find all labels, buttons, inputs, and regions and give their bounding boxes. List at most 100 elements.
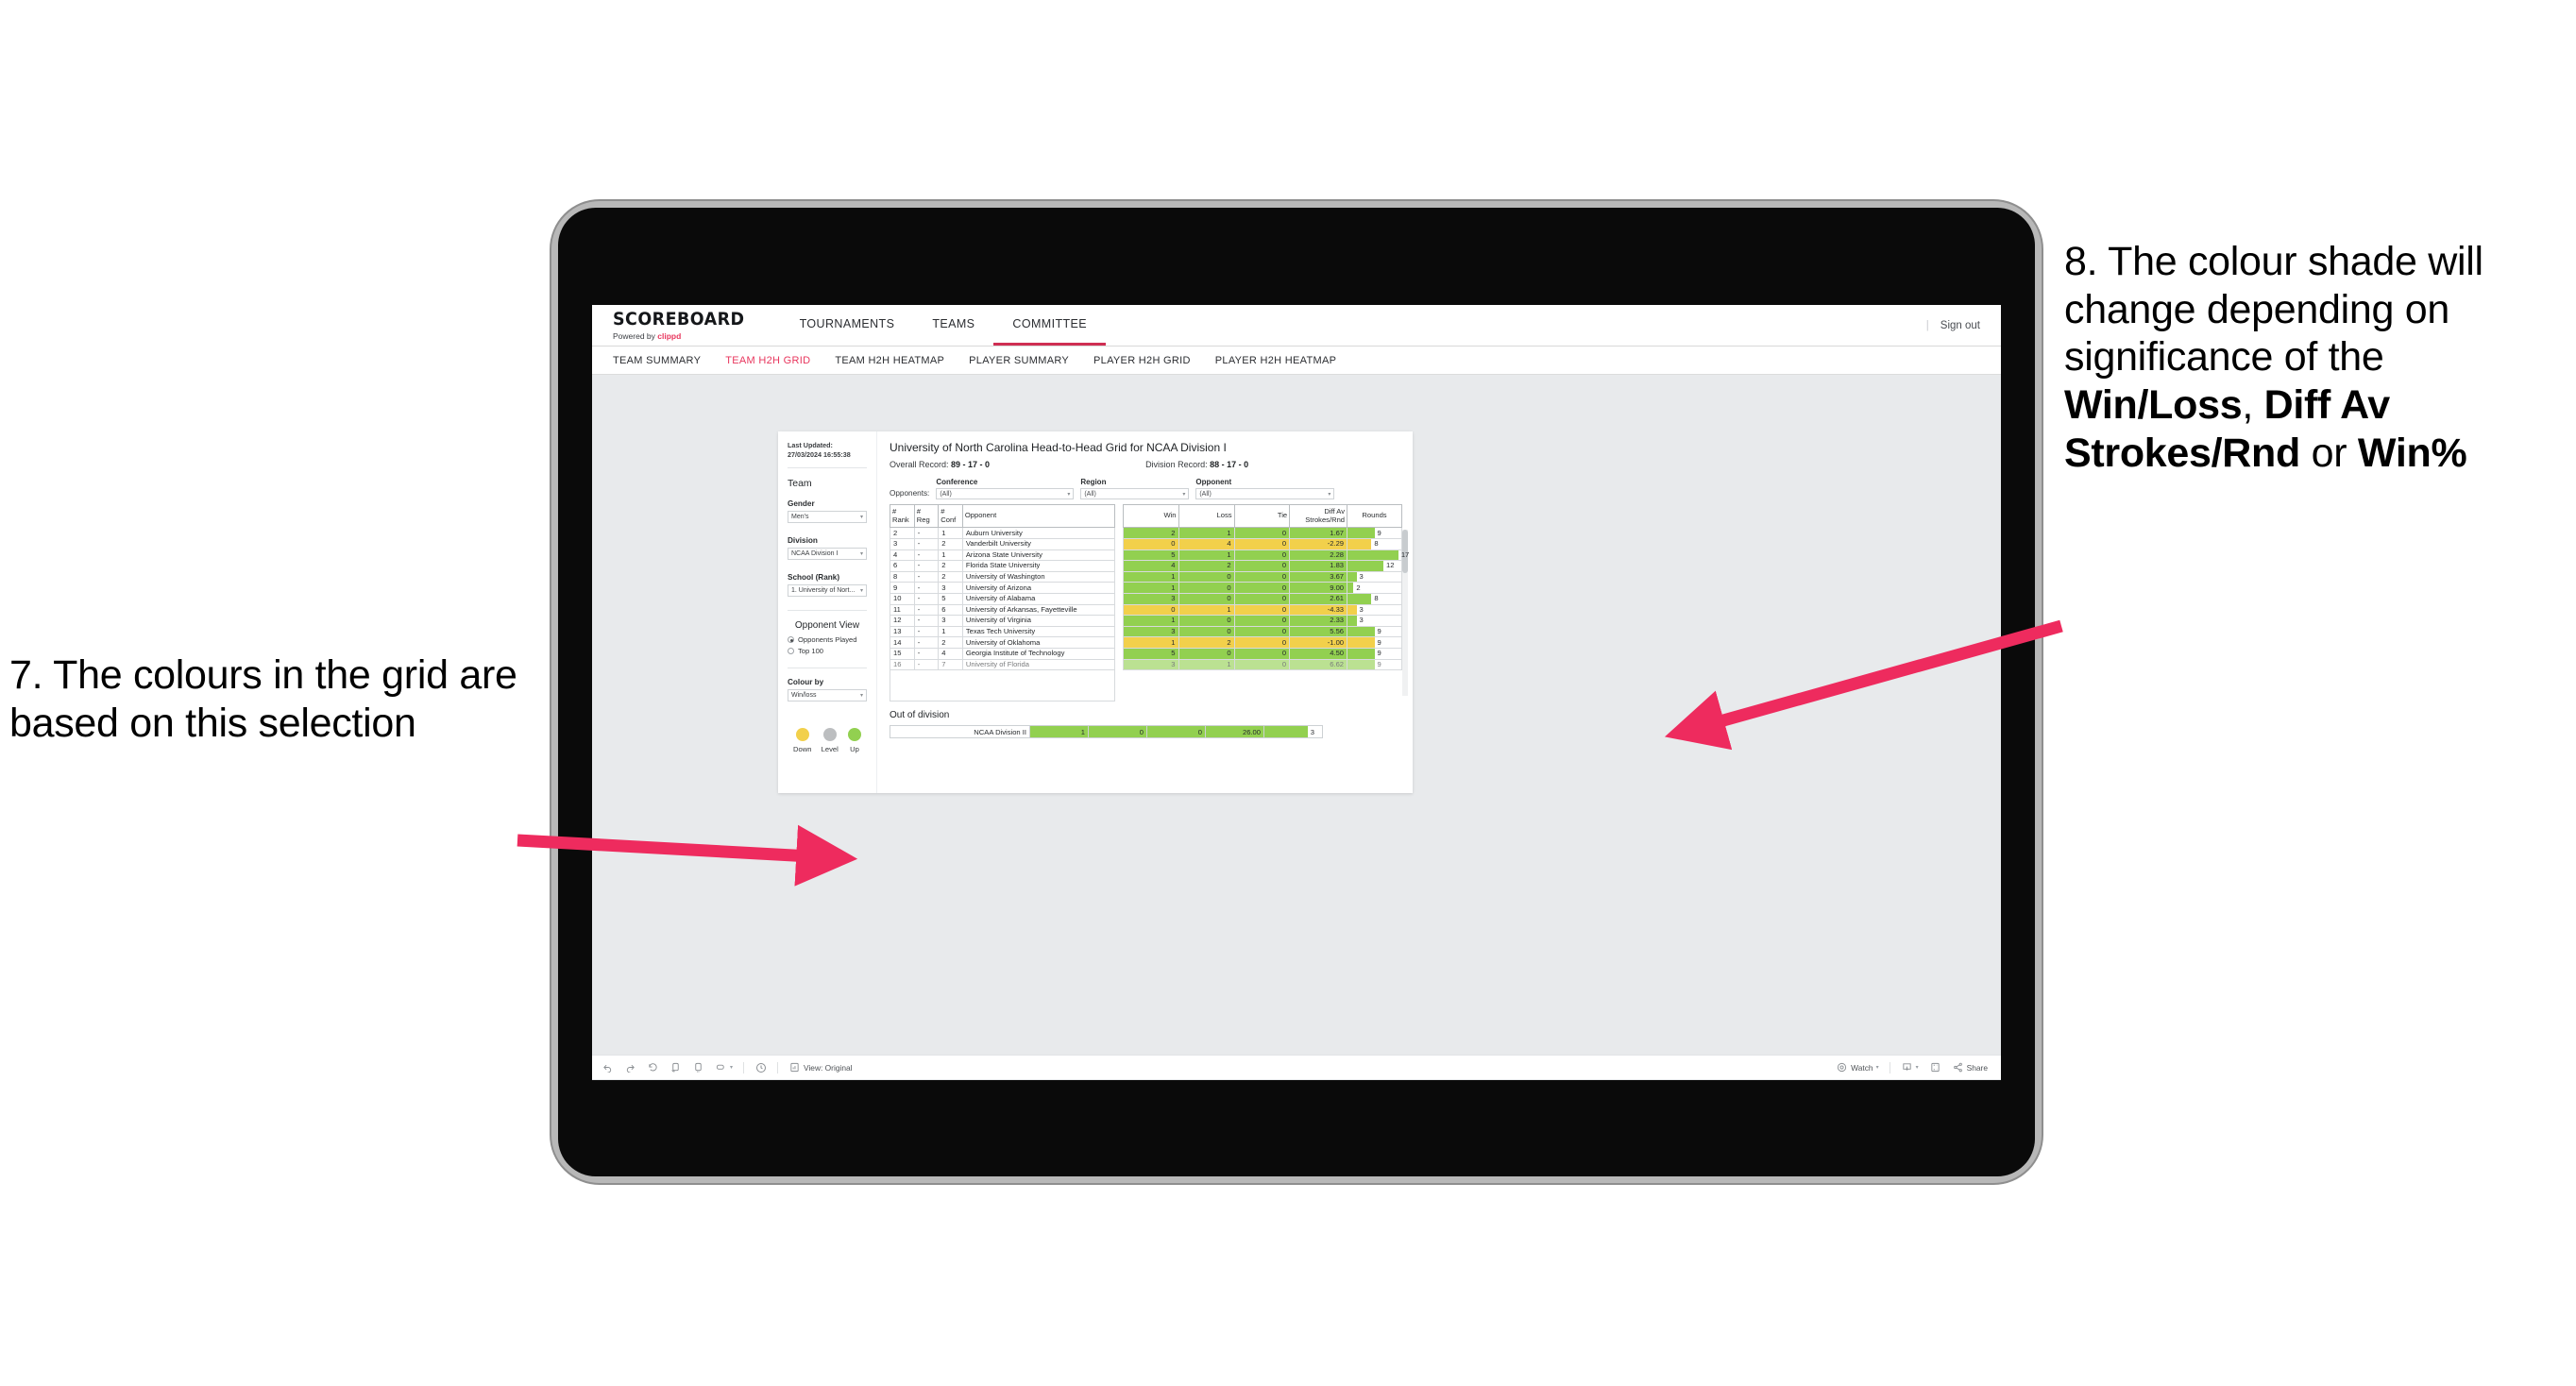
share-button[interactable]: Share [1952,1061,1988,1073]
cell-diff: 2.61 [1289,593,1348,605]
cell-conf: 6 [938,603,963,617]
table-row[interactable]: 3-2 Vanderbilt University 0 4 0 -2.29 8 [890,538,1402,550]
cell-reg: - [913,647,940,660]
opponent-filter-row: Opponents: Conference (All) ▾ Region (Al… [890,478,1402,499]
subnav-team-summary[interactable]: TEAM SUMMARY [613,355,701,366]
table-row[interactable]: 15-4 Georgia Institute of Technology 5 0 0 4.… [890,647,1402,660]
subnav-team-h2h-heatmap[interactable]: TEAM H2H HEATMAP [835,355,944,366]
col-reg[interactable]: # Reg [913,503,940,529]
rounds-value: 3 [1359,616,1364,625]
cell-diff: 5.56 [1289,625,1348,638]
cell-opponent: University of Oklahoma [961,636,1115,649]
radio-top-100[interactable]: Top 100 [788,647,867,655]
cell-loss: 0 [1178,570,1235,583]
overall-record: Overall Record: 89 - 17 - 0 [890,460,990,469]
table-row[interactable]: 8-2 University of Washington 1 0 0 3.67 3 [890,570,1402,583]
subnav-team-h2h-grid[interactable]: TEAM H2H GRID [725,355,810,366]
school-select[interactable]: 1. University of Nort... ▾ [788,584,867,598]
redo-icon[interactable] [624,1061,636,1073]
overall-record-label: Overall Record: [890,460,952,469]
clock-icon[interactable] [754,1061,767,1073]
annotation-8-number: 8. [2064,239,2098,284]
table-row[interactable]: 11-6 University of Arkansas, Fayetteville… [890,603,1402,617]
cell-gap [1114,561,1123,572]
region-select[interactable]: (All) ▾ [1080,488,1190,499]
table-row[interactable]: 12-3 University of Virginia 1 0 0 2.33 3 [890,615,1402,627]
table-row[interactable]: 9-3 University of Arizona 1 0 0 9.00 2 [890,582,1402,594]
cell-rank: 8 [890,570,915,583]
table-row[interactable]: 6-2 Florida State University 4 2 0 1.83 12 [890,560,1402,572]
cell-win: 2 [1122,527,1179,540]
cell-loss: 1 [1178,527,1235,540]
undo-icon[interactable] [602,1061,614,1073]
radio-top-100-label: Top 100 [798,647,824,656]
cell-gap [1114,528,1123,539]
alerts-menu[interactable]: ▾ [715,1061,733,1073]
view-original-button[interactable]: View: Original [788,1061,853,1073]
cell-loss: 0 [1178,625,1235,638]
col-diff[interactable]: Diff Av Strokes/Rnd [1289,503,1348,529]
rounds-value: 9 [1377,626,1381,635]
watch-icon [1836,1061,1848,1073]
nav-committee[interactable]: COMMITTEE [993,305,1106,346]
radio-opponents-played[interactable]: Opponents Played [788,635,867,644]
col-tie[interactable]: Tie [1233,503,1291,529]
nav-teams[interactable]: TEAMS [913,305,993,346]
signout-link[interactable]: Sign out [1940,320,1980,331]
cell-rounds: 9 [1347,647,1402,660]
cell-loss: 4 [1178,538,1235,550]
cell-win: 0 [1122,538,1179,550]
table-row[interactable]: 16-7 University of Florida 3 1 0 6.62 9 [890,658,1402,671]
pause-icon[interactable] [692,1061,704,1073]
cell-diff: -4.33 [1289,603,1348,617]
download-button[interactable]: ▾ [1901,1061,1919,1073]
table-row[interactable]: 13-1 Texas Tech University 3 0 0 5.56 9 [890,625,1402,638]
legend-level-label: Level [821,745,839,754]
cell-reg: - [913,560,940,572]
col-opponent[interactable]: Opponent [961,503,1115,529]
fullscreen-icon[interactable] [1929,1061,1941,1073]
share-icon [1952,1061,1964,1073]
cell-tie: 0 [1233,549,1291,562]
watch-button[interactable]: Watch ▾ [1836,1061,1879,1073]
refresh-icon[interactable] [669,1061,682,1073]
col-rounds[interactable]: Rounds [1347,503,1402,529]
col-gap [1114,504,1124,528]
colour-by-label: Colour by [788,678,824,687]
gender-select[interactable]: Men's ▾ [788,511,867,524]
subnav-player-h2h-grid[interactable]: PLAYER H2H GRID [1093,355,1191,366]
cell-loss: 0 [1178,593,1235,605]
subnav-player-summary[interactable]: PLAYER SUMMARY [969,355,1069,366]
col-win[interactable]: Win [1122,503,1179,529]
opponent-select[interactable]: (All) ▾ [1195,488,1335,499]
cell-diff: 9.00 [1289,582,1348,594]
cell-tie: 0 [1233,527,1291,540]
cell-conf: 1 [938,549,963,562]
table-row[interactable]: 10-5 University of Alabama 3 0 0 2.61 8 [890,593,1402,605]
ood-opponent: NCAA Division II [890,725,1030,739]
ood-rounds-value: 3 [1310,727,1314,736]
conference-value: (All) [940,490,952,498]
region-caption: Region [1080,478,1107,486]
rounds-value: 12 [1386,561,1395,570]
revert-icon[interactable] [647,1061,659,1073]
radio-opponents-played-label: Opponents Played [798,635,857,645]
table-row[interactable]: 2-1 Auburn University 2 1 0 1.67 9 [890,527,1402,540]
division-select[interactable]: NCAA Division I ▾ [788,548,867,561]
col-rank[interactable]: # Rank [890,503,915,529]
table-row[interactable]: 4-1 Arizona State University 5 1 0 2.28 17 [890,549,1409,562]
colour-by-select[interactable]: Win/loss ▾ [788,689,867,702]
cell-rank: 9 [890,582,915,594]
cell-rounds: 9 [1347,625,1402,638]
table-row[interactable]: 14-2 University of Oklahoma 1 2 0 -1.00 9 [890,636,1402,649]
col-conf[interactable]: # Conf [938,503,963,529]
conference-select[interactable]: (All) ▾ [936,488,1075,499]
conference-caption: Conference [936,478,978,486]
gender-label: Gender [788,499,815,509]
cell-rank: 6 [890,560,915,572]
col-loss[interactable]: Loss [1178,503,1235,529]
nav-tournaments[interactable]: TOURNAMENTS [781,305,914,346]
rounds-value: 3 [1359,571,1364,581]
subnav-player-h2h-heatmap[interactable]: PLAYER H2H HEATMAP [1215,355,1336,366]
legend-down-label: Down [793,745,812,754]
